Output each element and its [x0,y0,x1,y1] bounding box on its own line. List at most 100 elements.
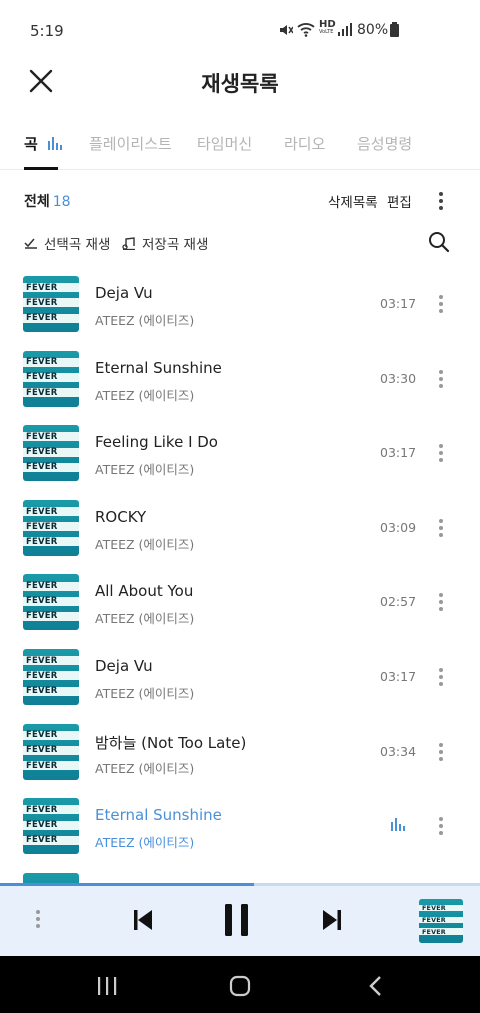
previous-button[interactable] [131,908,155,936]
song-more-button[interactable] [431,814,451,838]
deleted-list-button[interactable]: 삭제목록 [328,191,378,211]
home-button[interactable] [229,975,251,1001]
album-art-text: FEVER [26,596,58,607]
tab-radio[interactable]: 라디오 [284,133,325,154]
song-title: Feeling Like I Do [95,433,218,452]
album-art-text: FEVER [26,462,58,473]
song-more-button[interactable] [431,441,451,465]
album-art-text: FEVER [422,928,446,937]
play-selected-button[interactable]: 선택곡 재생 [24,233,110,253]
status-bar: 5:19 HD VoLTE 80% [0,0,480,62]
song-list: FEVER FEVER FEVER Deja Vu ATEEZ (에이티즈) 03:17 F… [0,270,480,884]
signal-icon [338,23,352,36]
song-count: 전체 18 [24,194,71,210]
album-art: FEVER FEVER FEVER [23,574,79,631]
song-row[interactable]: FEVER FEVER FEVER All About You ATEEZ (에이티즈)… [0,568,480,643]
song-row[interactable]: FEVER FEVER FEVER Feeling Like I Do ATEEZ (에… [0,419,480,494]
song-artist: ATEEZ (에이티즈) [95,462,195,478]
tab-songs[interactable]: 곡 [24,133,63,154]
song-more-button[interactable] [431,740,451,764]
song-artist: ATEEZ (에이티즈) [95,611,195,627]
album-art: FEVER FEVER FEVER [23,276,79,332]
now-playing-icon [391,818,405,832]
song-title: Deja Vu [95,657,153,675]
next-icon [323,910,341,930]
song-artist: ATEEZ (에이티즈) [95,313,195,328]
tab-time-machine[interactable]: 타임머신 [197,133,252,154]
album-art-text: FEVER [26,282,58,293]
song-more-button[interactable] [431,367,451,391]
song-duration: 03:30 [380,370,417,386]
song-duration: 03:17 [380,445,417,461]
network-badge: HD VoLTE [319,19,336,35]
system-nav-bar [0,956,480,1013]
song-duration: 03:34 [380,743,417,759]
song-more-button[interactable] [431,516,451,540]
album-art-text: FEVER [26,431,58,442]
song-title: Eternal Sunshine [95,358,222,377]
song-more-button[interactable] [431,590,451,614]
back-icon [369,976,381,996]
song-more-button[interactable] [431,665,451,689]
album-art-text: FEVER [422,904,446,913]
song-row[interactable]: FEVER FEVER FEVER Deja Vu ATEEZ (에이티즈) 03:17 [0,270,480,345]
home-icon [229,975,251,997]
check-play-icon [24,238,37,249]
pause-icon [225,904,248,936]
song-title: Deja Vu [95,284,153,302]
album-art-text: FEVER [26,536,58,547]
player-menu-button[interactable] [28,907,48,931]
recents-button[interactable] [96,976,118,1000]
song-duration: 02:57 [380,594,417,610]
song-row[interactable]: FEVER FEVER FEVER Eternal Sunshine ATEEZ (에이… [0,792,480,867]
album-art-text: FEVER [422,916,446,925]
tab-bar: 곡 플레이리스트 타임머신 라디오 음성명령 [0,128,480,170]
song-row[interactable]: FEVER FEVER FEVER Eternal Sunshine ATEEZ (에이… [0,345,480,420]
album-art-text: FEVER [26,506,58,517]
album-art-text: FEVER [26,730,58,741]
search-icon [429,232,450,253]
song-artist: ATEEZ (에이티즈) [95,686,195,701]
album-art-text: FEVER [26,357,58,368]
album-art: FEVER FEVER FEVER [23,425,79,482]
album-art-text: FEVER [26,447,58,458]
album-art-text: FEVER [26,297,58,308]
edit-button[interactable]: 편집 [387,191,412,211]
song-row[interactable]: FEVER FEVER FEVER 밤하늘 (Not Too Late) ATEEZ (… [0,718,480,793]
page-title: 재생목록 [201,72,279,96]
album-art-text: FEVER [26,835,58,846]
more-options-button[interactable] [431,189,451,213]
song-artist: ATEEZ (에이티즈) [95,387,195,403]
next-button[interactable] [320,908,344,936]
back-button[interactable] [368,975,382,1001]
song-artist: ATEEZ (에이티즈) [95,760,195,776]
song-artist: ATEEZ (에이티즈) [95,835,195,851]
mini-player: FEVER FEVER FEVER [0,883,480,956]
song-duration: 03:09 [380,519,417,535]
song-more-button[interactable] [431,292,451,316]
previous-icon [134,910,152,930]
album-art-text: FEVER [26,611,58,622]
album-art-text: FEVER [26,581,58,592]
equalizer-icon [48,137,63,150]
wifi-icon [297,23,315,37]
pause-button[interactable] [223,903,251,941]
song-duration: 03:17 [380,296,417,311]
battery-percent: 80% [357,22,389,38]
song-row[interactable]: FEVER FEVER FEVER Deja Vu ATEEZ (에이티즈) 03:17 [0,643,480,718]
song-row[interactable]: FEVER FEVER FEVER ROCKY ATEEZ (에이티즈) 03:09 [0,494,480,569]
battery-icon [390,22,399,37]
progress-bar[interactable] [0,883,480,886]
album-art: FEVER FEVER FEVER [23,723,79,780]
song-title: All About You [95,582,194,601]
tab-voice-command[interactable]: 음성명령 [357,133,412,154]
album-art-text: FEVER [26,655,58,666]
search-button[interactable] [428,231,450,253]
album-art-text: FEVER [26,670,58,681]
song-title: ROCKY [95,507,147,526]
player-album-art[interactable]: FEVER FEVER FEVER [419,899,463,943]
play-saved-button[interactable]: 저장곡 재생 [122,233,208,253]
tab-playlist[interactable]: 플레이리스트 [89,133,172,154]
status-time: 5:19 [30,22,64,40]
album-art: FEVER FEVER FEVER [23,350,79,407]
